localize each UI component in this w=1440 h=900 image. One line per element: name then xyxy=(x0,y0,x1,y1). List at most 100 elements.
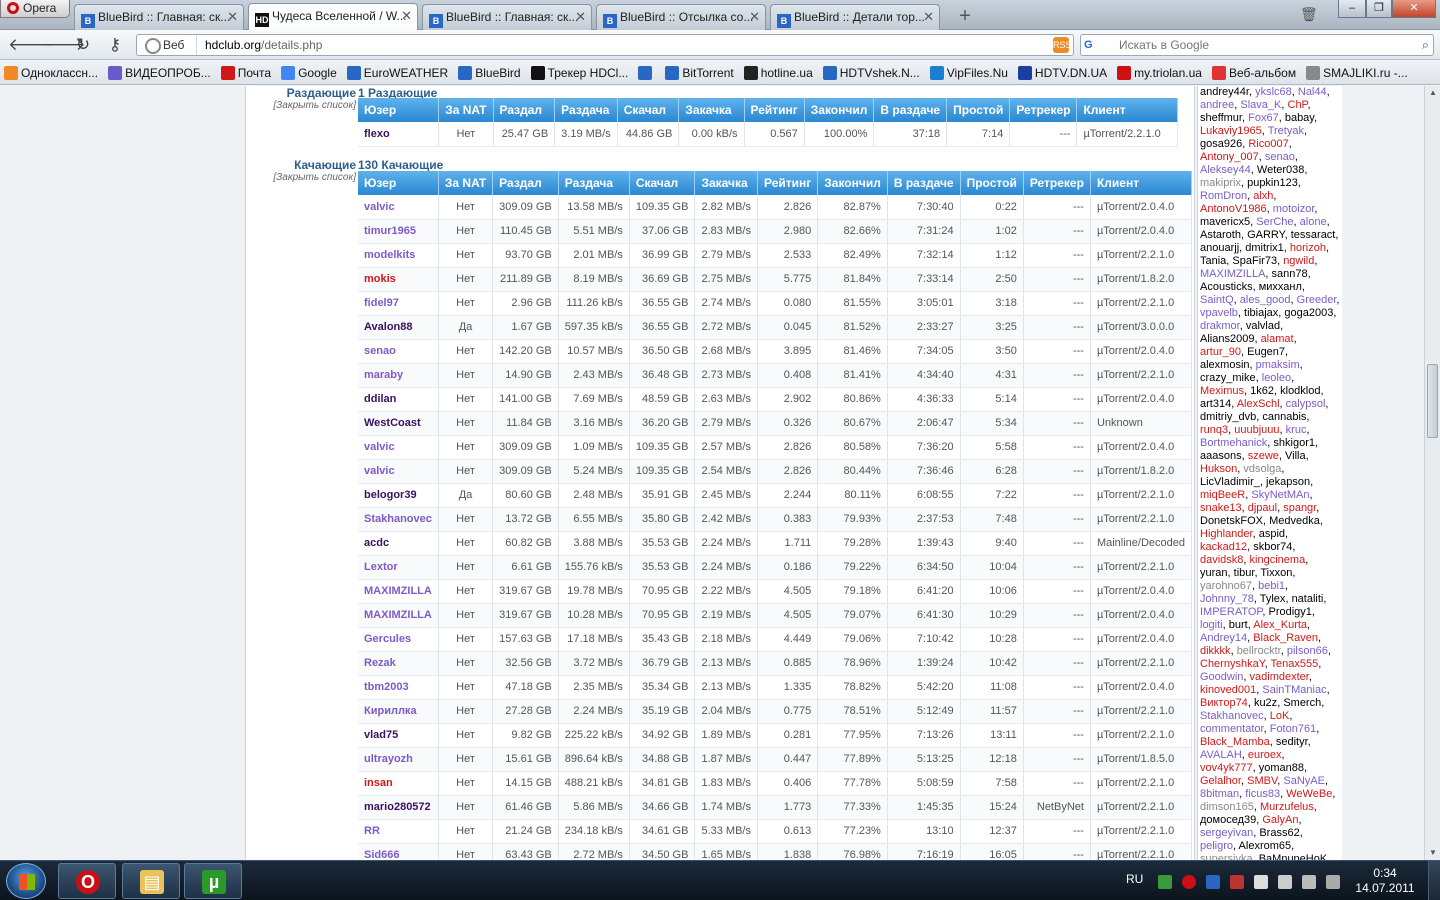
online-user-link[interactable]: yarohno67 xyxy=(1200,580,1252,592)
online-user-link[interactable]: GalyAn xyxy=(1262,814,1298,826)
column-header-seeding-time[interactable]: В раздаче xyxy=(873,98,948,122)
online-user-link[interactable]: Villa xyxy=(1285,450,1306,462)
online-user-link[interactable]: jekapson xyxy=(1266,476,1310,488)
tab-close-icon[interactable]: ✕ xyxy=(227,5,238,29)
online-user-link[interactable]: alamat xyxy=(1261,333,1294,345)
seeders-close-link[interactable]: [Закрыть список] xyxy=(246,100,356,111)
online-user-link[interactable]: pilson66 xyxy=(1287,645,1328,657)
column-header-upload-speed[interactable]: Раздача xyxy=(554,98,618,122)
column-header-completed[interactable]: Закончил xyxy=(804,98,875,122)
cell-user[interactable]: ddilan xyxy=(358,387,439,412)
online-user-link[interactable]: SainTManiac xyxy=(1262,684,1326,696)
online-user-link[interactable]: klodklod xyxy=(1280,385,1320,397)
online-user-link[interactable]: SaNyAE xyxy=(1283,775,1325,787)
online-user-link[interactable]: Aleksey44 xyxy=(1200,164,1251,176)
clock[interactable]: 0:34 14.07.2011 xyxy=(1350,866,1420,896)
online-user-link[interactable]: uuubjuuu xyxy=(1234,424,1279,436)
taskbar-opera[interactable]: O xyxy=(58,863,116,899)
online-user-link[interactable]: crazy_mike xyxy=(1200,372,1256,384)
online-user-link[interactable]: dmitrix1 xyxy=(1245,242,1284,254)
online-user-link[interactable]: euroex xyxy=(1248,749,1282,761)
online-user-link[interactable]: ficus83 xyxy=(1245,788,1280,800)
online-user-link[interactable]: SMBV xyxy=(1247,775,1277,787)
column-header-download-speed[interactable]: Закачка xyxy=(694,171,758,195)
online-user-link[interactable]: dmitriy_dvb xyxy=(1200,411,1256,423)
taskbar-utorrent[interactable]: µ xyxy=(184,863,242,899)
cell-user[interactable]: Кириллка xyxy=(358,699,439,724)
online-user-link[interactable]: 8bitman xyxy=(1200,788,1239,800)
volume-icon[interactable] xyxy=(1326,875,1340,889)
bookmark-2[interactable]: ВИДЕОПРОБ... xyxy=(108,61,217,84)
forward-button[interactable]: 🡒 xyxy=(40,34,86,56)
online-user-link[interactable]: Hukson xyxy=(1200,463,1237,475)
bookmark-1[interactable]: Одноклассн... xyxy=(4,61,104,84)
online-user-link[interactable]: Medvedka xyxy=(1269,515,1320,527)
online-user-link[interactable]: Виктор74 xyxy=(1200,697,1248,709)
online-user-link[interactable]: kruc xyxy=(1286,424,1307,436)
tab-close-icon[interactable]: ✕ xyxy=(401,4,412,28)
online-user-link[interactable]: MAXIMZILLA xyxy=(1200,268,1265,280)
online-user-link[interactable]: vdsolga xyxy=(1243,463,1281,475)
opera-tray-icon[interactable] xyxy=(1182,875,1196,889)
bookmark-9[interactable]: BitTorrent xyxy=(665,61,739,84)
online-user-link[interactable]: GARRY xyxy=(1247,229,1285,241)
online-user-link[interactable]: senao xyxy=(1265,151,1295,163)
online-user-link[interactable]: kackad12 xyxy=(1200,541,1247,553)
online-user-link[interactable]: ykslc68 xyxy=(1255,86,1292,98)
online-user-link[interactable]: Greeder xyxy=(1297,294,1337,306)
online-user-link[interactable]: ales_good xyxy=(1240,294,1291,306)
online-user-link[interactable]: Gelalhor xyxy=(1200,775,1241,787)
online-user-link[interactable]: Fox67 xyxy=(1248,112,1279,124)
online-user-link[interactable]: ngwild xyxy=(1283,255,1314,267)
online-user-link[interactable]: Acousticks xyxy=(1200,281,1253,293)
online-user-link[interactable]: Black_Mamba xyxy=(1200,736,1270,748)
cell-user[interactable]: senao xyxy=(358,339,439,364)
tab-4[interactable]: B BlueBird :: Отсылка со... ✕ xyxy=(596,4,766,30)
online-user-link[interactable]: aaasons xyxy=(1200,450,1242,462)
online-user-link[interactable]: tibiajax xyxy=(1244,307,1278,319)
online-user-link[interactable]: Murzufelus xyxy=(1260,801,1314,813)
cell-user[interactable]: MAXIMZILLA xyxy=(358,603,439,628)
column-header-client[interactable]: Клиент xyxy=(1090,171,1193,195)
online-user-link[interactable]: vadimdexter xyxy=(1250,671,1309,683)
online-user-link[interactable]: Slava_K xyxy=(1240,99,1281,111)
online-user-link[interactable]: yuran xyxy=(1200,567,1228,579)
cell-user[interactable]: modelkits xyxy=(358,243,439,268)
online-user-link[interactable]: babay xyxy=(1285,112,1314,124)
cell-user[interactable]: Rezak xyxy=(358,651,439,676)
online-user-link[interactable]: runq3 xyxy=(1200,424,1228,436)
search-input[interactable] xyxy=(1119,35,1409,55)
tab-close-icon[interactable]: ✕ xyxy=(575,5,586,29)
online-user-link[interactable]: burt xyxy=(1229,619,1248,631)
scroll-up-arrow-icon[interactable]: ▲ xyxy=(1425,86,1440,100)
online-user-link[interactable]: Meximus xyxy=(1200,385,1244,397)
cell-user[interactable]: valvic xyxy=(358,459,439,484)
opera-menu-button[interactable]: Opera xyxy=(0,0,70,18)
online-user-link[interactable]: davidsk8 xyxy=(1200,554,1243,566)
online-user-link[interactable]: Highlander xyxy=(1200,528,1253,540)
minimize-button[interactable]: ‒ xyxy=(1338,0,1366,18)
column-header-nat[interactable]: За NAT xyxy=(438,98,494,122)
online-user-link[interactable]: drakmor xyxy=(1200,320,1240,332)
online-user-link[interactable]: gosa926 xyxy=(1200,138,1242,150)
online-user-link[interactable]: AntonoV1986 xyxy=(1200,203,1267,215)
bookmark-15[interactable]: Веб-альбом xyxy=(1211,61,1302,84)
column-header-downloaded[interactable]: Скачал xyxy=(629,171,696,195)
online-user-link[interactable]: art314 xyxy=(1200,398,1231,410)
cell-user[interactable]: tbm2003 xyxy=(358,675,439,700)
online-user-link[interactable]: Tania xyxy=(1200,255,1226,267)
column-header-download-speed[interactable]: Закачка xyxy=(678,98,745,122)
bookmark-4[interactable]: Google xyxy=(281,61,343,84)
online-user-link[interactable]: SaintQ xyxy=(1200,294,1234,306)
online-user-link[interactable]: andrey44r xyxy=(1200,86,1249,98)
online-user-link[interactable]: alexmosin xyxy=(1200,359,1250,371)
online-user-link[interactable]: andree xyxy=(1200,99,1234,111)
cell-user[interactable]: vlad75 xyxy=(358,723,439,748)
column-header-downloaded[interactable]: Скачал xyxy=(617,98,680,122)
leechers-close-link[interactable]: [Закрыть список] xyxy=(246,172,356,183)
trash-icon[interactable]: 🗑 xyxy=(1300,6,1318,22)
page-scrollbar[interactable]: ▲ ▼ xyxy=(1424,86,1440,860)
column-header-retracker[interactable]: Ретрекер xyxy=(1023,171,1091,195)
online-user-link[interactable]: sergeyivan xyxy=(1200,827,1253,839)
bookmark-11[interactable]: HDTVshek.N... xyxy=(822,61,926,84)
